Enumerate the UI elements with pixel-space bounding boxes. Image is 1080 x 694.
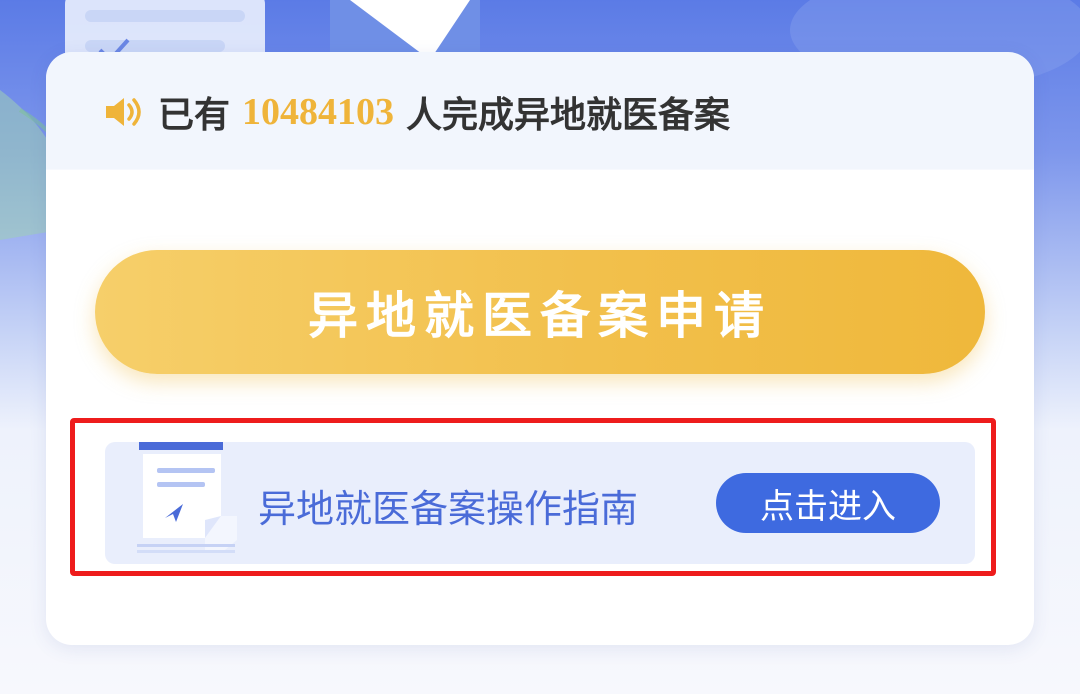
filing-count-notice: 已有 10484103 人完成异地就医备案 xyxy=(102,86,730,138)
guide-label: 异地就医备案操作指南 xyxy=(258,489,639,531)
apply-filing-button[interactable]: 异地就医备案申请 xyxy=(95,250,985,374)
document-icon xyxy=(137,442,237,553)
speaker-icon xyxy=(106,98,141,126)
guide-entry[interactable]: 异地就医备案操作指南 点击进入 xyxy=(105,442,975,564)
enter-button[interactable]: 点击进入 xyxy=(716,473,940,533)
filing-count: 10484103 xyxy=(242,91,395,133)
notice-suffix: 人完成异地就医备案 xyxy=(406,94,731,135)
filing-card: 已有 10484103 人完成异地就医备案 异地就医备案申请 异地就医备案操作指… xyxy=(46,52,1034,645)
notice-prefix: 已有 xyxy=(158,94,231,135)
apply-filing-label: 异地就医备案申请 xyxy=(308,288,772,344)
